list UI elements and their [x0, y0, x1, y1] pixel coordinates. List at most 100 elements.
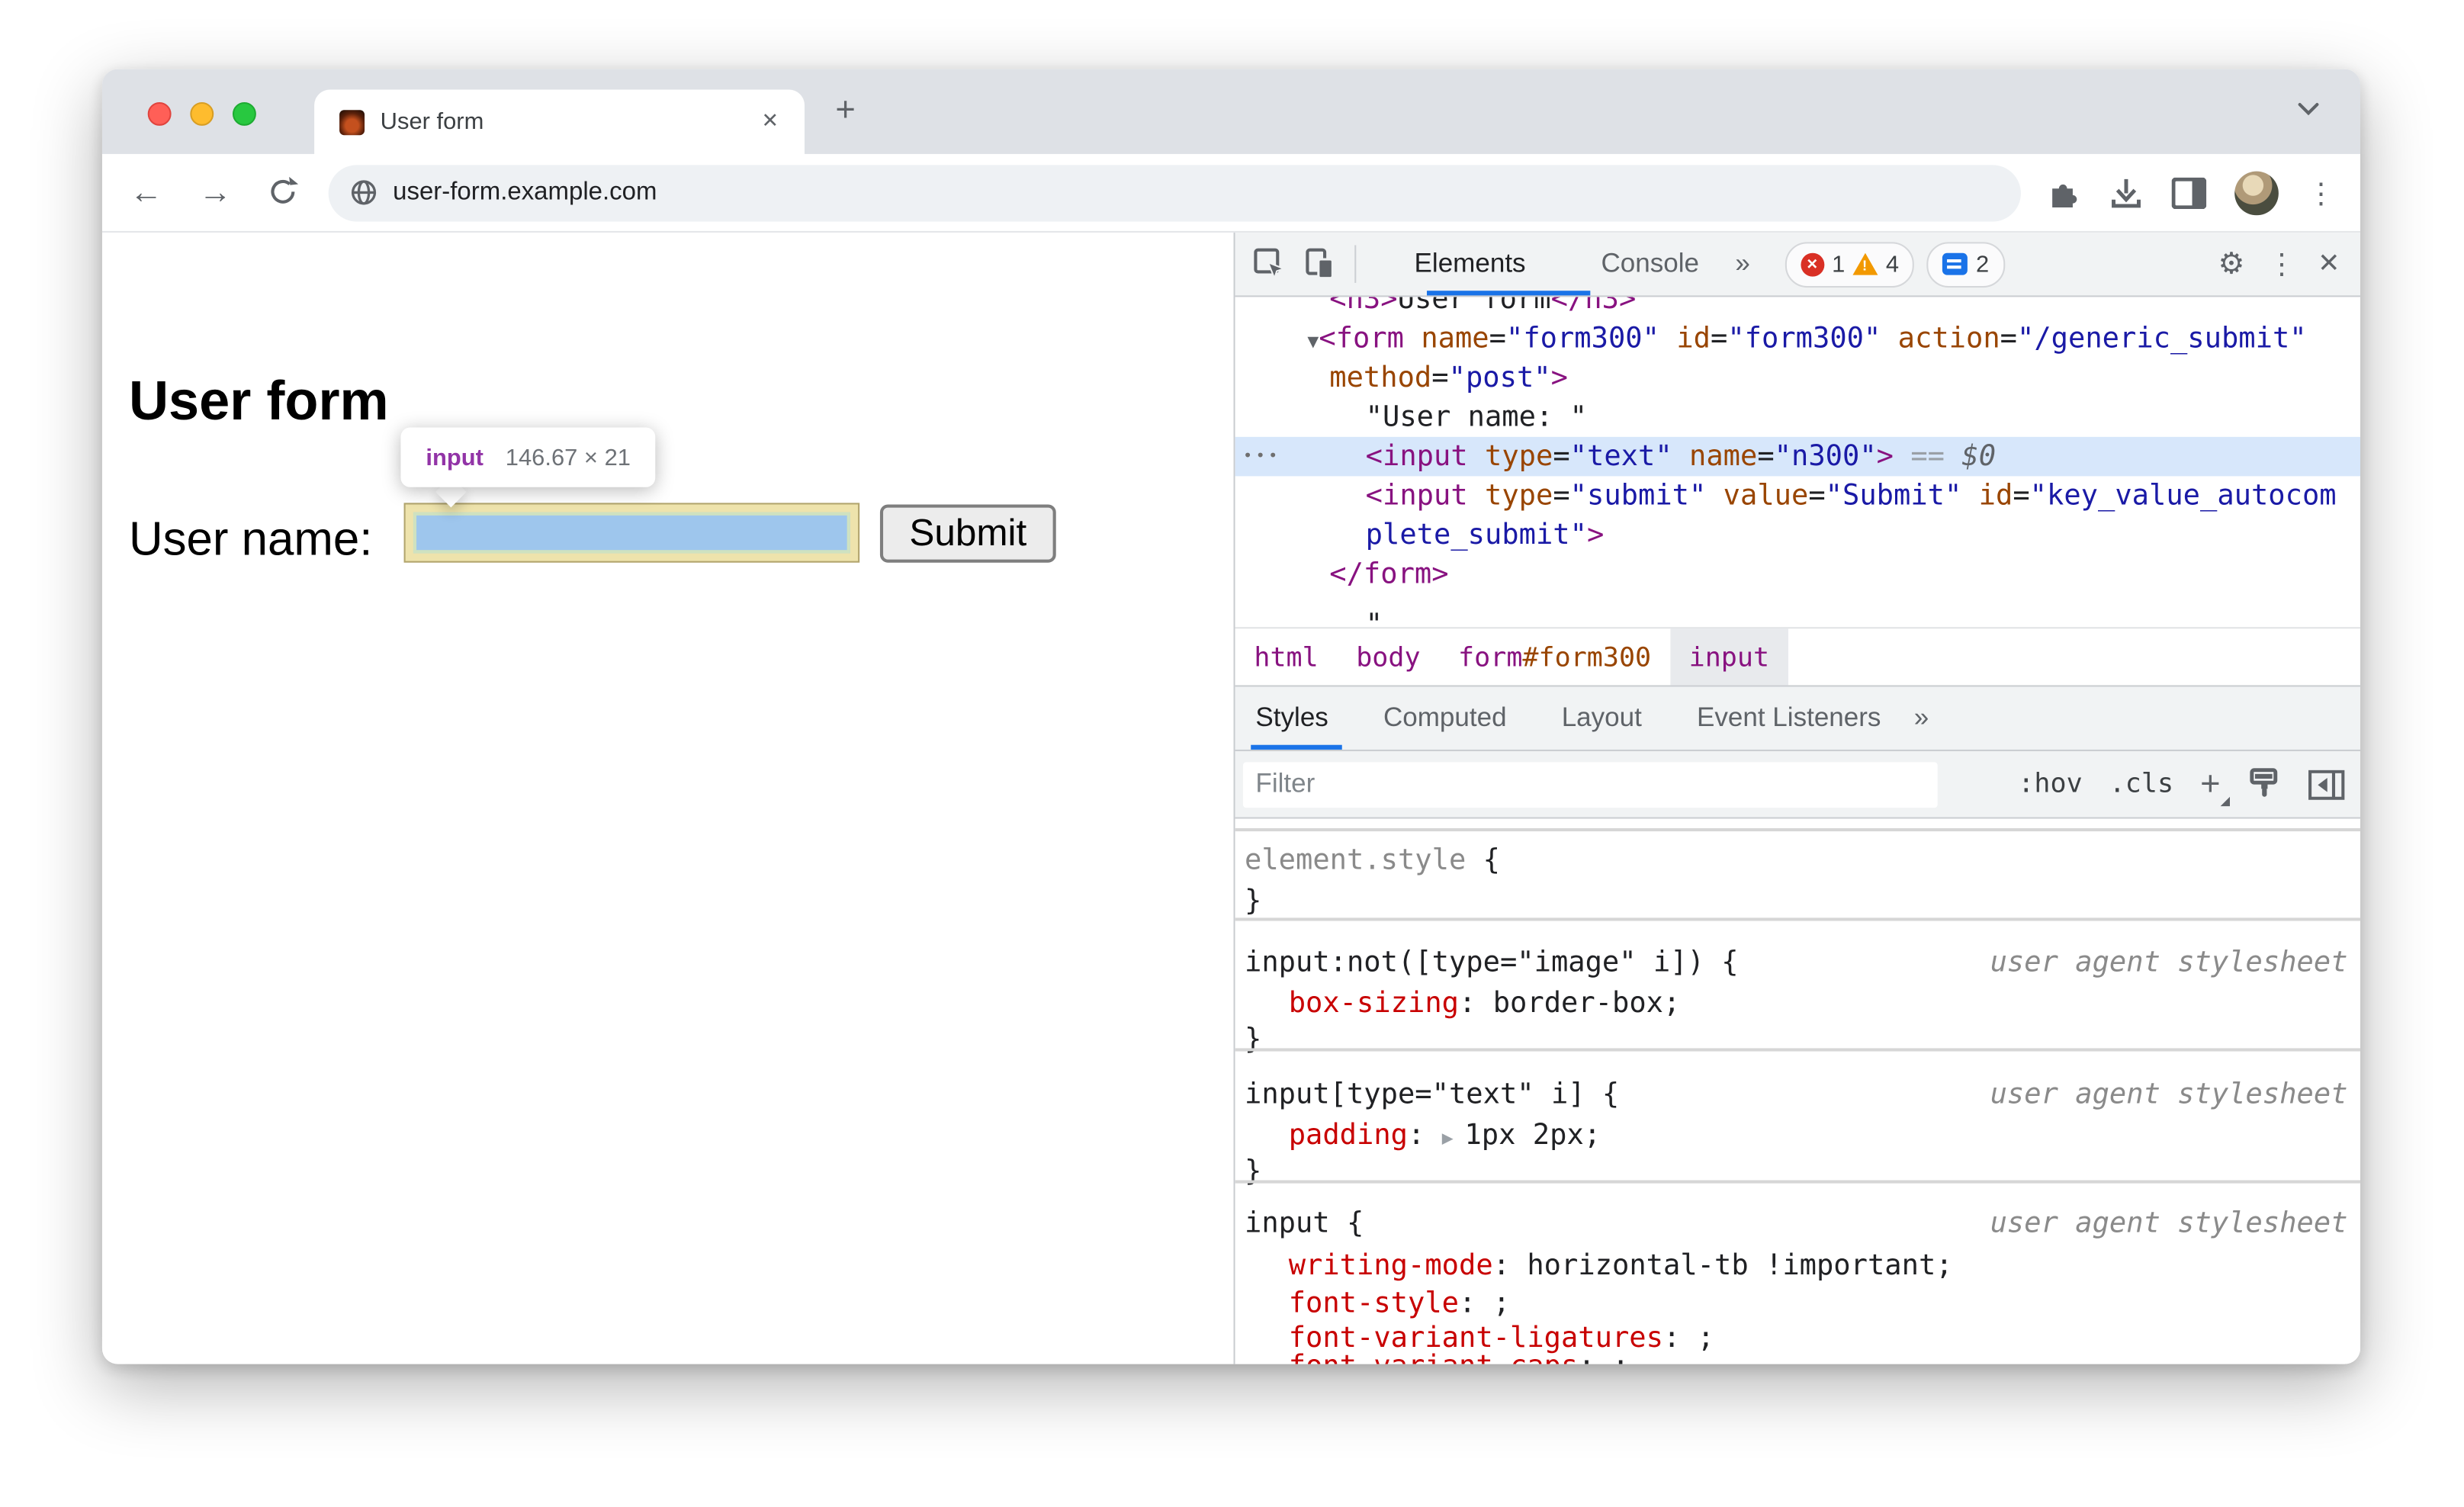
devtools-menu-kebab-icon[interactable]: ⋮ [2263, 245, 2300, 282]
forward-icon[interactable]: → [197, 174, 234, 211]
code-line[interactable]: "User name: " [1235, 397, 2360, 437]
devtools-close-icon[interactable]: ✕ [2310, 245, 2347, 282]
chrome-menu-kebab-icon[interactable]: ⋮ [2307, 174, 2335, 211]
stylesheet-origin-label: user agent stylesheet [1990, 1207, 2348, 1240]
elements-tab-active-indicator [1427, 291, 1591, 296]
code-line[interactable]: writing-mode: horizontal-tb !important; [1235, 1248, 2360, 1285]
browser-toolbar: ← → user-form.example.com ⋮ [101, 153, 2361, 233]
pseudo-state-toggle[interactable]: :hov [2018, 769, 2082, 800]
code-line[interactable]: } [1235, 1021, 2360, 1059]
rule-separator [1235, 827, 2361, 832]
new-style-rule-button[interactable]: + [2200, 766, 2230, 807]
code-line[interactable]: } [1235, 883, 2360, 921]
url-text: user-form.example.com [393, 178, 657, 205]
code-line[interactable]: font-style: ; [1235, 1286, 2360, 1323]
warning-count: 4 [1885, 250, 1900, 278]
tab-title: User form [380, 108, 484, 136]
toolbar-divider [1354, 245, 1357, 283]
dom-node-options-dots[interactable]: ••• [1243, 437, 1281, 477]
rule-separator [1235, 1180, 2361, 1184]
code-line[interactable]: </form> [1235, 554, 2360, 594]
screenshot-stage: User form ✕ + ← → user-form.example.com [0, 0, 2464, 1507]
more-panels-chevrons[interactable]: » [1723, 233, 1762, 295]
new-tab-button[interactable]: + [824, 89, 868, 133]
code-line[interactable]: font-variant-caps: ; [1235, 1348, 2360, 1364]
breadcrumb-item[interactable]: form#form300 [1439, 628, 1670, 685]
tab-console[interactable]: Console [1578, 233, 1723, 295]
code-line[interactable]: ▼<form name="form300" id="form300" actio… [1235, 319, 2360, 358]
rule-separator [1235, 1048, 2361, 1052]
tab-computed[interactable]: Computed [1363, 686, 1527, 749]
console-messages-badge[interactable]: 2 [1927, 241, 2005, 288]
breadcrumb: html body form#form300 input [1235, 627, 2361, 687]
macos-close-button[interactable] [147, 101, 172, 126]
tab-elements[interactable]: Elements [1391, 233, 1550, 295]
code-line[interactable]: " [1235, 605, 2360, 627]
code-line[interactable]: input {user agent stylesheet [1235, 1205, 2360, 1242]
toolbar-right-icons: ⋮ [2046, 170, 2360, 215]
browser-tab[interactable]: User form ✕ [314, 89, 805, 154]
browser-window: User form ✕ + ← → user-form.example.com [101, 69, 2361, 1364]
sidebar-toggle-icon[interactable] [2308, 769, 2345, 799]
tab-close-icon[interactable]: ✕ [754, 105, 785, 137]
styles-toolbar-cluster: :hov .cls + [2018, 766, 2345, 807]
more-sidebar-tabs-chevrons[interactable]: » [1901, 686, 1941, 749]
macos-minimize-button[interactable] [190, 101, 214, 126]
tab-strip: User form ✕ + [101, 69, 2361, 154]
tab-favicon [339, 109, 365, 135]
rule-separator [1235, 917, 2361, 921]
tab-styles[interactable]: Styles [1235, 686, 1349, 749]
breadcrumb-item[interactable]: body [1337, 628, 1439, 685]
code-line[interactable]: padding: ▶ 1px 2px; [1235, 1117, 2360, 1155]
stylesheet-origin-label: user agent stylesheet [1990, 1078, 2348, 1111]
rendering-paint-icon[interactable] [2247, 767, 2282, 802]
devtools-settings-gear-icon[interactable]: ⚙ [2212, 245, 2250, 282]
code-line[interactable]: method="post"> [1235, 358, 2360, 398]
devtools-panel: Elements Console » ✕ 1 ! 4 2 ⚙ ⋮ ✕ <h3>U… [1233, 232, 2361, 1364]
styles-filter-input[interactable] [1242, 761, 1938, 808]
code-line[interactable]: } [1235, 1153, 2360, 1190]
omnibox[interactable]: user-form.example.com [328, 164, 2021, 221]
username-label: User name: [128, 513, 373, 566]
styles-pane[interactable]: element.style {} input:not([type="image" … [1235, 818, 2361, 1364]
code-line[interactable]: element.style { [1235, 842, 2360, 879]
warning-icon: ! [1852, 252, 1878, 275]
tab-layout[interactable]: Layout [1541, 686, 1662, 749]
macos-zoom-button[interactable] [232, 101, 256, 126]
error-count: 1 [1832, 250, 1846, 278]
error-icon: ✕ [1800, 252, 1824, 276]
class-toggle[interactable]: .cls [2109, 769, 2173, 800]
site-info-globe-icon[interactable] [351, 179, 377, 206]
inspect-element-icon[interactable] [1251, 245, 1288, 282]
web-page: User form input 146.67 × 21 User name: S… [101, 232, 1234, 1364]
side-panel-icon[interactable] [2171, 176, 2207, 209]
code-line[interactable]: <input type="submit" value="Submit" id="… [1235, 476, 2360, 516]
inspect-tooltip: input 146.67 × 21 [400, 427, 656, 487]
code-line[interactable]: <input type="text" name="n300"> == $0 ••• [1235, 436, 2361, 477]
download-icon[interactable] [2109, 175, 2143, 210]
code-line[interactable]: input[type="text" i] {user agent stylesh… [1235, 1077, 2360, 1114]
profile-avatar[interactable] [2234, 170, 2279, 215]
username-input[interactable] [403, 503, 860, 563]
back-icon[interactable]: ← [127, 174, 165, 211]
code-line[interactable]: plete_submit"> [1235, 516, 2360, 555]
dom-tree[interactable]: <h3>User form</h3> ▼<form name="form300" … [1235, 297, 2361, 628]
device-toolbar-icon[interactable] [1301, 245, 1338, 282]
devtools-toolbar: Elements Console » ✕ 1 ! 4 2 ⚙ ⋮ ✕ [1235, 232, 2361, 297]
styles-tab-active-indicator [1251, 744, 1342, 750]
issues-errors-warnings-badge[interactable]: ✕ 1 ! 4 [1785, 241, 1915, 288]
code-line[interactable]: <h3>User form</h3> [1235, 297, 2360, 319]
tab-event-listeners[interactable]: Event Listeners [1676, 686, 1901, 749]
code-line[interactable]: input:not([type="image" i]) {user agent … [1235, 944, 2360, 982]
breadcrumb-item[interactable]: html [1235, 628, 1338, 685]
tab-search-chevron-icon[interactable] [2298, 102, 2320, 117]
styles-filter-row: :hov .cls + [1235, 750, 2361, 819]
reload-icon[interactable] [265, 174, 303, 211]
breadcrumb-item[interactable]: input [1669, 628, 1788, 686]
extensions-puzzle-icon[interactable] [2046, 175, 2080, 210]
submit-button[interactable]: Submit [879, 504, 1056, 563]
message-icon [1942, 252, 1968, 275]
code-line[interactable]: box-sizing: border-box; [1235, 985, 2360, 1023]
page-heading: User form [128, 371, 389, 432]
stylesheet-origin-label: user agent stylesheet [1990, 946, 2348, 979]
